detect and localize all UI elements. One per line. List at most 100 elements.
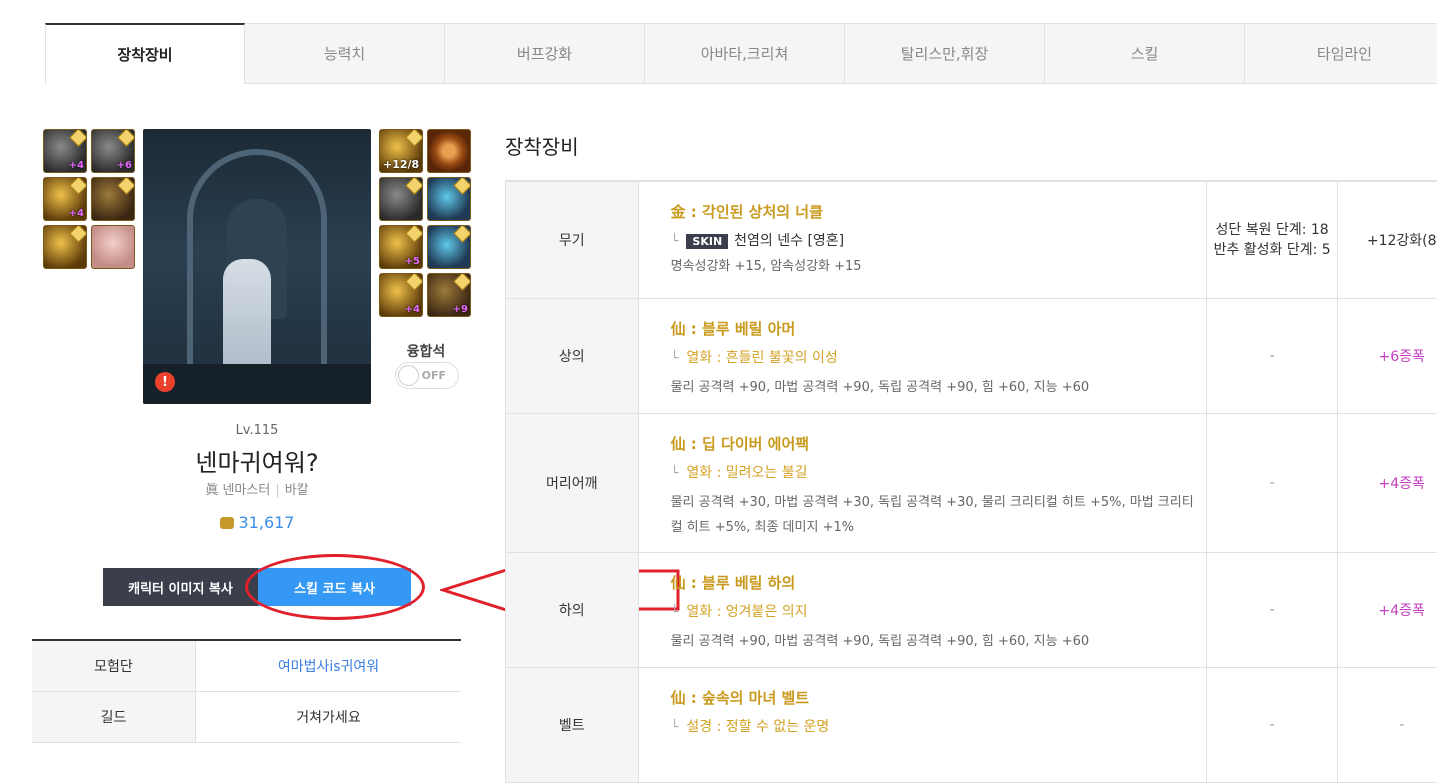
adventure-link[interactable]: 여마법사is귀여워 [196, 641, 461, 691]
necklace-icon[interactable] [427, 177, 471, 221]
restore-line: 성단 복원 단계: 18 [1215, 222, 1329, 238]
info-label: 모험단 [32, 641, 196, 691]
earring-icon[interactable]: +9 [427, 273, 471, 317]
sub-text: 열화 : 흔들린 불꽃의 이성 [686, 350, 838, 366]
item-stats: 명속성강화 +15, 암속성강화 +15 [670, 259, 862, 274]
item-name[interactable]: 仙 : 블루 베릴 아머 [671, 318, 1206, 339]
branch-mark: └ [670, 351, 679, 366]
slot-name: 상의 [506, 299, 639, 413]
table-row: 상의 仙 : 블루 베릴 아머 └ 열화 : 흔들린 불꽃의 이성 물리 공격력 … [505, 299, 1437, 414]
tab-skill[interactable]: 스킬 [1045, 23, 1246, 84]
ring-icon[interactable]: +5 [379, 225, 423, 269]
server-name: 바칼 [284, 483, 309, 498]
reinforce-value: +4증폭 [1378, 476, 1425, 492]
bottom-icon[interactable]: +4 [43, 177, 87, 221]
slot-badge: +5 [404, 256, 420, 267]
tab-bar: 장착장비 능력치 버프강화 아바타,크리쳐 탈리스만,휘장 스킬 타임라인 [45, 23, 1437, 85]
slot-name: 무기 [506, 182, 639, 298]
character-level: Lv.115 [235, 423, 279, 438]
item-name[interactable]: 仙 : 블루 베릴 하의 [671, 572, 1206, 593]
fusion-toggle[interactable]: OFF [395, 362, 459, 389]
title-icon[interactable] [427, 129, 471, 173]
gem-icon [453, 178, 470, 195]
item-stats: 물리 공격력 +90, 마법 공격력 +90, 독립 공격력 +90, 힘 +6… [670, 380, 1090, 395]
item-sub: └ 설경 : 정할 수 없는 운명 [671, 716, 1206, 736]
gem-icon [453, 274, 470, 291]
slot-name: 하의 [506, 553, 639, 667]
magic-stone-icon[interactable]: +4 [379, 273, 423, 317]
reflect-line: 반추 활성화 단계: 5 [1213, 242, 1331, 258]
item-name[interactable]: 仙 : 숲속의 마녀 벨트 [671, 687, 1206, 708]
slot-badge: +4 [404, 304, 420, 315]
item-stats: 물리 공격력 +90, 마법 공격력 +90, 독립 공격력 +90, 힘 +6… [670, 634, 1090, 649]
gem-icon [453, 226, 470, 243]
restore-stage: - [1207, 414, 1339, 552]
toggle-knob [398, 365, 419, 386]
character-class: 眞 넨마스터 | 바칼 [143, 479, 371, 498]
sub-text: 설경 : 정할 수 없는 운명 [686, 719, 830, 735]
gem-icon [69, 226, 86, 243]
character-name: 넨마귀여워? [195, 449, 319, 477]
bracelet-icon[interactable] [379, 177, 423, 221]
restore-stage: - [1207, 668, 1339, 782]
table-row: 하의 仙 : 블루 베릴 하의 └ 열화 : 엉겨붙은 의지 물리 공격력 +90… [505, 553, 1437, 668]
reinforce-value: - [1399, 717, 1405, 733]
annotation-ellipse [245, 554, 425, 620]
slot-badge: +9 [452, 304, 468, 315]
shoes-icon[interactable] [43, 225, 87, 269]
slot-badge: +4 [68, 208, 84, 219]
info-label: 길드 [32, 692, 196, 742]
item-description: 仙 : 숲속의 마녀 벨트 └ 설경 : 정할 수 없는 운명 [639, 668, 1207, 782]
tab-timeline[interactable]: 타임라인 [1245, 23, 1437, 84]
toggle-state: OFF [421, 369, 446, 382]
warning-icon[interactable]: ! [155, 372, 175, 392]
power-value: 31,617 [238, 513, 295, 532]
item-description: 仙 : 딥 다이버 에어팩 └ 열화 : 밀려오는 불길 물리 공격력 +30, … [639, 414, 1207, 552]
table-row: 무기 金 : 각인된 상처의 너클 └ SKIN 천염의 넨수 [영혼] 명속성강화… [505, 182, 1437, 299]
slot-name: 벨트 [506, 668, 639, 782]
info-row-adventure: 모험단 여마법사is귀여워 [32, 641, 461, 692]
gem-icon [69, 178, 86, 195]
restore-stage: - [1207, 299, 1339, 413]
section-title: 장착장비 [505, 135, 579, 159]
weapon-icon[interactable]: +12/8 [379, 129, 423, 173]
slot-badge: +4 [68, 160, 84, 171]
tab-avatar[interactable]: 아바타,크리쳐 [645, 23, 846, 84]
tab-stats[interactable]: 능력치 [245, 23, 446, 84]
gem-icon [69, 130, 86, 147]
item-stats: 물리 공격력 +30, 마법 공격력 +30, 독립 공격력 +30, 물리 크… [670, 495, 1194, 535]
combat-power: 31,617 [143, 513, 371, 532]
guild-value: 거쳐가세요 [296, 710, 361, 726]
item-name[interactable]: 金 : 각인된 상처의 너클 [671, 201, 1206, 222]
info-row-guild: 길드 거쳐가세요 [32, 692, 461, 743]
belt-icon[interactable] [91, 177, 135, 221]
gem-icon [405, 226, 422, 243]
power-icon [219, 517, 234, 529]
character-info-table: 모험단 여마법사is귀여워 길드 거쳐가세요 [32, 639, 461, 743]
portrait-icon[interactable] [91, 225, 135, 269]
branch-mark: └ [670, 605, 679, 620]
tab-talisman[interactable]: 탈리스만,휘장 [845, 23, 1046, 84]
slot-badge: +12/8 [383, 158, 420, 171]
tab-buff[interactable]: 버프강화 [445, 23, 646, 84]
copy-character-image-button[interactable]: 캐릭터 이미지 복사 [103, 568, 258, 606]
top-icon[interactable]: +6 [91, 129, 135, 173]
branch-mark: └ [670, 720, 679, 735]
shoulder-icon[interactable]: +4 [43, 129, 87, 173]
restore-stage: 성단 복원 단계: 18 반추 활성화 단계: 5 [1207, 182, 1339, 298]
tab-equipment[interactable]: 장착장비 [45, 23, 246, 84]
gem-icon [405, 130, 422, 147]
skin-name: 천염의 넨수 [영혼] [734, 233, 845, 249]
slot-badge: +6 [116, 160, 132, 171]
skin-badge: SKIN [686, 234, 729, 249]
class-name: 眞 넨마스터 [205, 483, 271, 498]
item-sub: └ 열화 : 밀려오는 불길 [671, 462, 1206, 482]
separator: | [275, 483, 280, 498]
slot-name: 머리어깨 [506, 414, 639, 552]
sub-text: 열화 : 엉겨붙은 의지 [686, 604, 808, 620]
item-name[interactable]: 仙 : 딥 다이버 에어팩 [671, 433, 1206, 454]
table-row: 벨트 仙 : 숲속의 마녀 벨트 └ 설경 : 정할 수 없는 운명 - - [505, 668, 1437, 783]
gem-icon [405, 274, 422, 291]
gem-icon [117, 130, 134, 147]
support-icon[interactable] [427, 225, 471, 269]
